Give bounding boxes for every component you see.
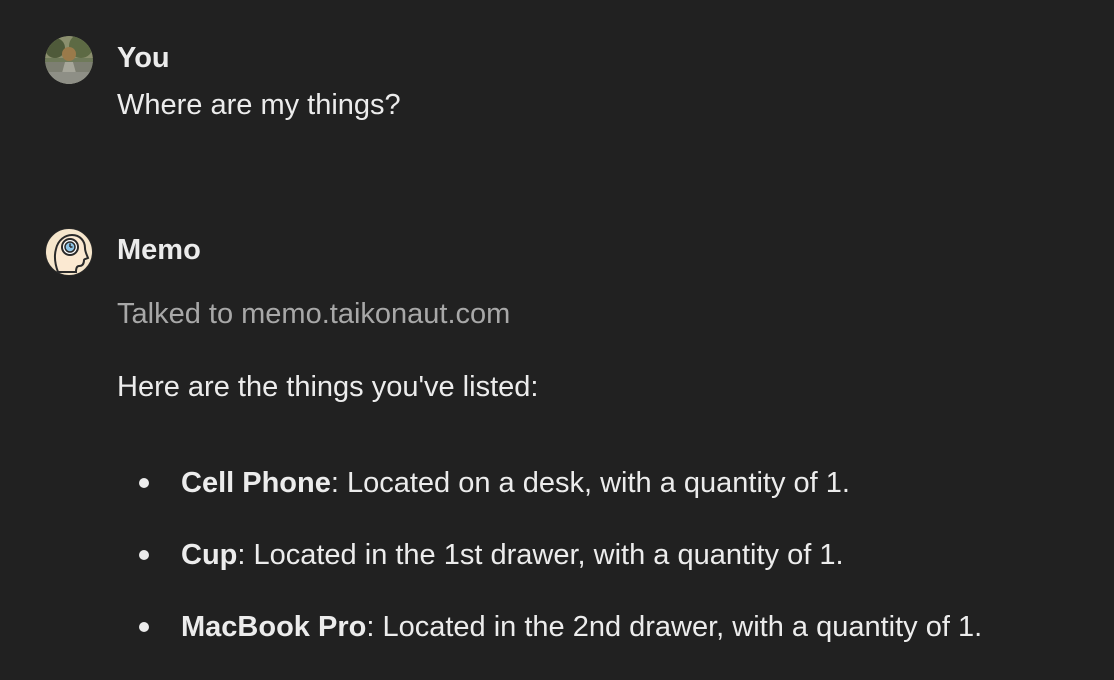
list-item: MacBook Pro: Located in the 2nd drawer, … bbox=[117, 605, 1094, 649]
item-name: MacBook Pro bbox=[181, 611, 367, 643]
bullet-icon bbox=[139, 622, 149, 632]
user-message-text: Where are my things? bbox=[117, 89, 401, 121]
item-name: Cell Phone bbox=[181, 467, 331, 499]
list-item: Cup: Located in the 1st drawer, with a q… bbox=[117, 533, 1094, 577]
bullet-icon bbox=[139, 550, 149, 560]
chat-thread: You Where are my things? Memo Talked to … bbox=[0, 0, 1114, 680]
item-detail: : Located on a desk, with a quantity of … bbox=[330, 467, 850, 499]
list-item: Cell Phone: Located on a desk, with a qu… bbox=[117, 461, 1094, 505]
bullet-icon bbox=[139, 478, 149, 488]
assistant-author-name: Memo bbox=[117, 234, 201, 266]
things-list: Cell Phone: Located on a desk, with a qu… bbox=[117, 461, 1094, 649]
tool-call-status[interactable]: Talked to memo.taikonaut.com bbox=[117, 292, 1094, 336]
user-author-name: You bbox=[117, 42, 170, 74]
assistant-message-body: Memo Talked to memo.taikonaut.com Here a… bbox=[117, 228, 1094, 677]
item-detail: : Located in the 1st drawer, with a quan… bbox=[237, 539, 844, 571]
item-detail: : Located in the 2nd drawer, with a quan… bbox=[366, 611, 983, 643]
item-name: Cup bbox=[181, 539, 238, 571]
user-message-body: You Where are my things? bbox=[117, 36, 1094, 127]
user-avatar-icon[interactable] bbox=[45, 36, 93, 84]
assistant-intro-text: Here are the things you've listed: bbox=[117, 371, 539, 403]
memo-avatar-icon[interactable] bbox=[45, 228, 93, 276]
